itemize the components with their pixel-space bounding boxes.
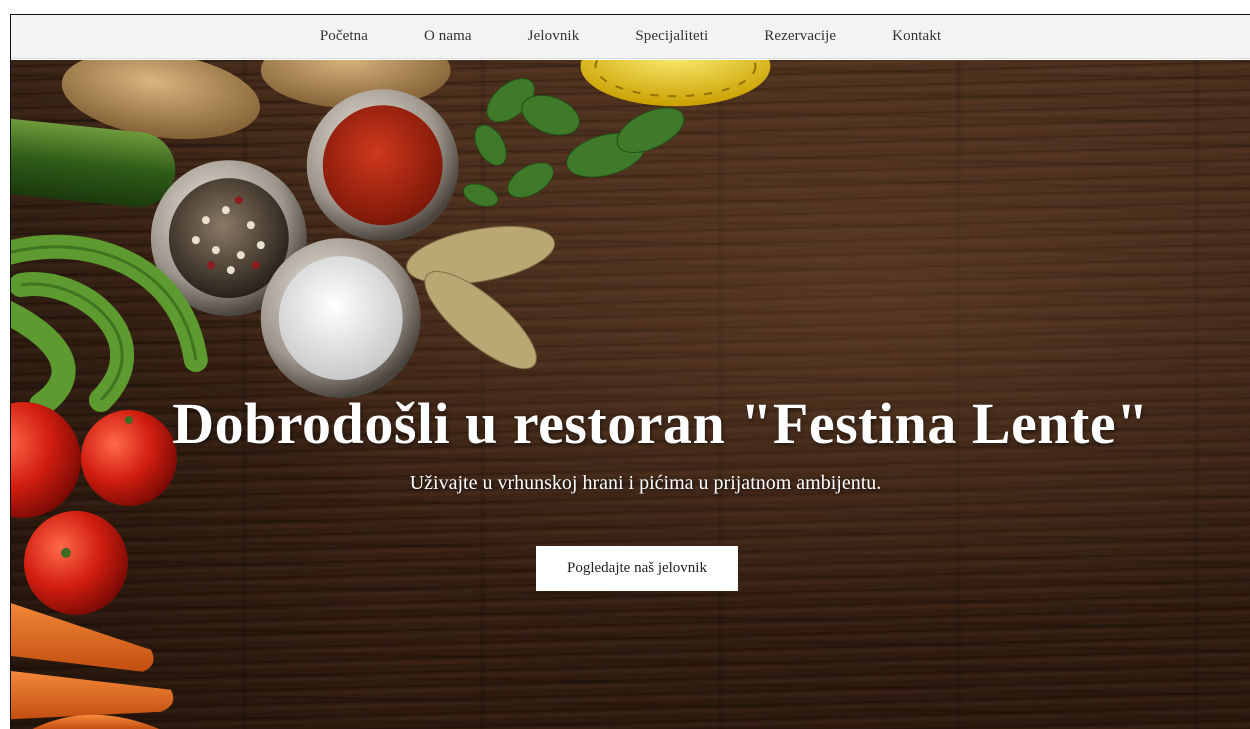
nav-link-pocetna[interactable]: Početna xyxy=(320,28,368,45)
view-menu-button[interactable]: Pogledajte naš jelovnik xyxy=(536,546,738,591)
nav-link-o-nama[interactable]: O nama xyxy=(424,28,472,45)
nav-link-rezervacije[interactable]: Rezervacije xyxy=(764,28,836,45)
top-navigation: Početna O nama Jelovnik Specijaliteti Re… xyxy=(11,15,1250,59)
nav-link-jelovnik[interactable]: Jelovnik xyxy=(528,28,580,45)
hero-subtitle: Uživajte u vrhunskoj hrani i pićima u pr… xyxy=(409,472,882,494)
nav-link-kontakt[interactable]: Kontakt xyxy=(892,28,941,45)
browser-viewport: Početna O nama Jelovnik Specijaliteti Re… xyxy=(10,14,1250,729)
hero-title: Dobrodošli u restoran "Festina Lente" xyxy=(172,391,1149,456)
nav-link-specijaliteti[interactable]: Specijaliteti xyxy=(635,28,708,45)
hero-section: Dobrodošli u restoran "Festina Lente" Už… xyxy=(11,60,1250,729)
